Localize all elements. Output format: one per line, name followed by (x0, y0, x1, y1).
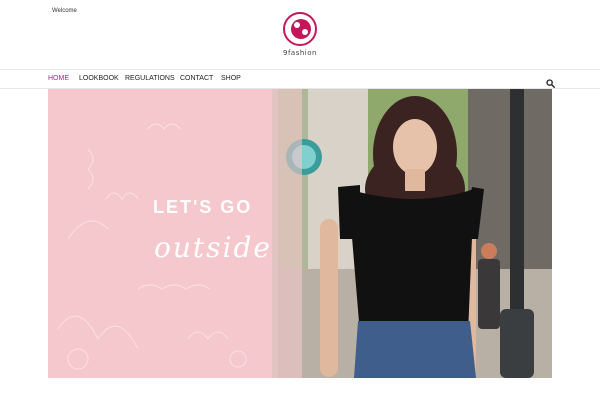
nav-item-lookbook[interactable]: LOOKBOOK (79, 75, 119, 82)
hero-banner[interactable]: LET'S GO outside (48, 89, 552, 378)
nav-item-shop[interactable]: SHOP (221, 75, 241, 82)
logo-text: 9fashion (283, 49, 317, 57)
header: Welcome 9fashion (0, 0, 600, 70)
logo-icon (283, 12, 317, 46)
hero-image (48, 89, 552, 378)
main-nav: HOME LOOKBOOK REGULATIONS CONTACT SHOP (0, 69, 600, 89)
nav-item-regulations[interactable]: REGULATIONS (125, 75, 175, 82)
hero-subheading: outside (154, 231, 272, 264)
site-logo[interactable]: 9fashion (282, 12, 318, 58)
hero-heading: LET'S GO (153, 197, 253, 217)
welcome-text: Welcome (52, 8, 77, 14)
search-icon[interactable] (546, 75, 556, 89)
nav-item-home[interactable]: HOME (48, 75, 69, 82)
nav-item-contact[interactable]: CONTACT (180, 75, 213, 82)
